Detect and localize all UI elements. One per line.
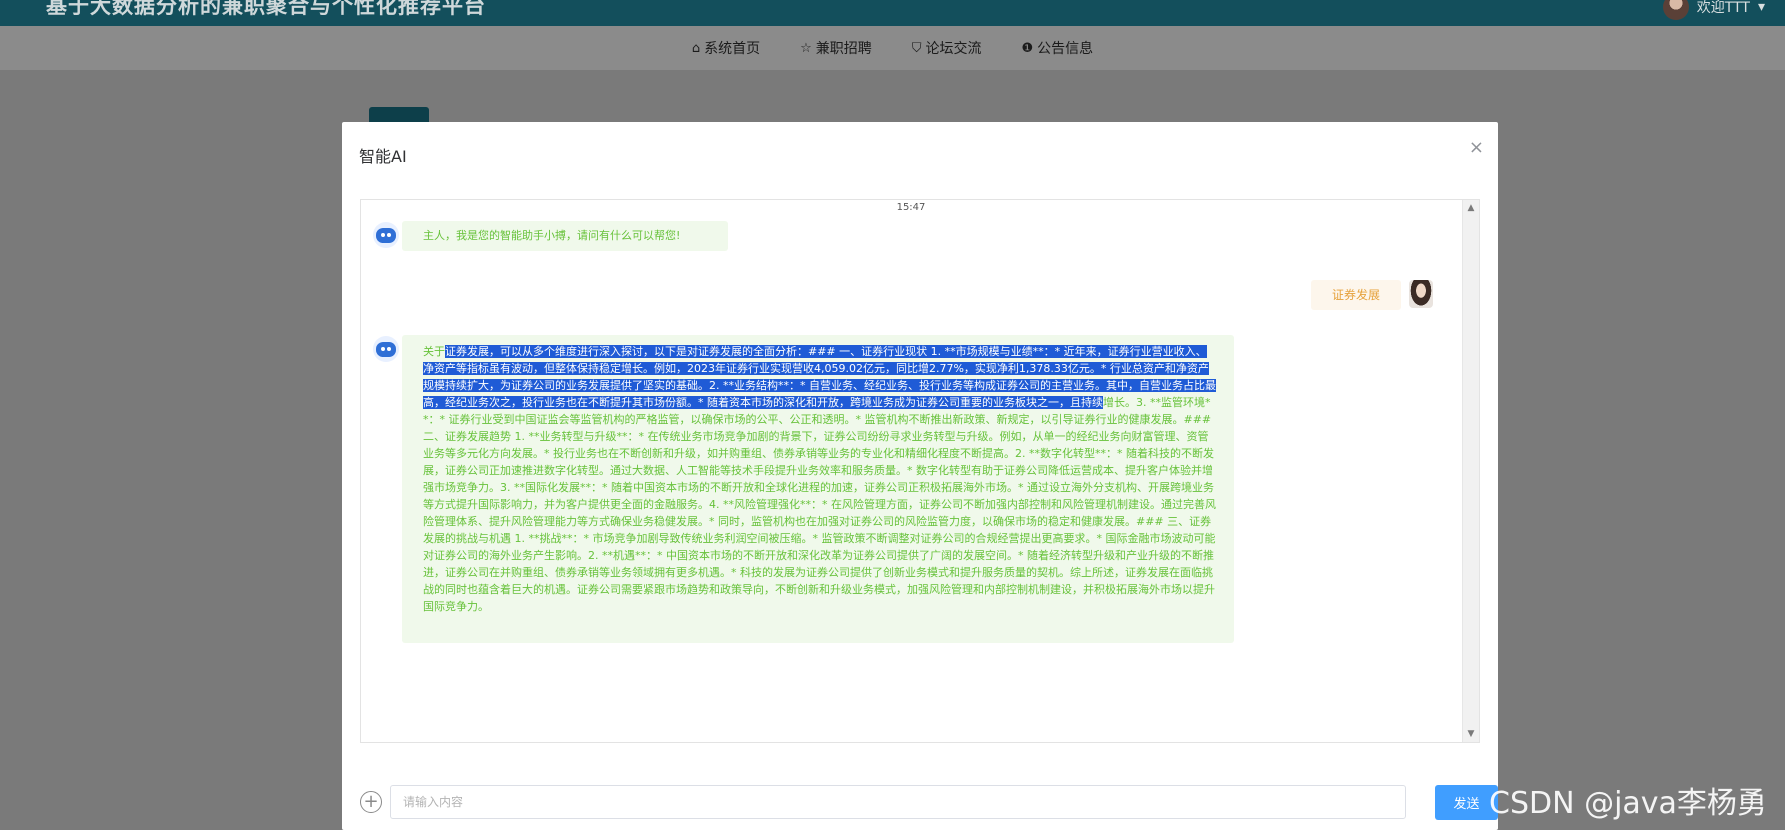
close-icon[interactable]: × bbox=[1469, 137, 1484, 158]
chat-scrollbar[interactable]: ▲ ▼ bbox=[1462, 200, 1479, 742]
answer-rest: 增长。3. **监管环境**：* 证券行业受到中国证监会等监管机构的严格监管，以… bbox=[423, 396, 1216, 613]
robot-icon bbox=[376, 341, 396, 357]
bot-message-answer[interactable]: 关于证券发展，可以从多个维度进行深入探讨，以下是对证券发展的全面分析：### 一… bbox=[402, 335, 1234, 643]
add-attachment-icon[interactable]: + bbox=[360, 791, 382, 813]
user-message-text: 证券发展 bbox=[1331, 288, 1380, 302]
chat-history[interactable]: 15:47 主人，我是您的智能助手小搏，请问有什么可以帮您! 证券发展 关于证券… bbox=[360, 199, 1480, 743]
watermark: CSDN @java李杨勇 bbox=[1489, 786, 1767, 821]
message-input[interactable] bbox=[390, 785, 1406, 819]
message-timestamp: 15:47 bbox=[896, 202, 926, 213]
selected-text[interactable]: 证券发展，可以从多个维度进行深入探讨，以下是对证券发展的全面分析：### 一、证… bbox=[423, 345, 1216, 409]
ai-chat-dialog: 智能AI × 15:47 主人，我是您的智能助手小搏，请问有什么可以帮您! 证券… bbox=[342, 122, 1498, 830]
scroll-down-icon[interactable]: ▼ bbox=[1463, 729, 1479, 739]
bot-avatar bbox=[373, 222, 399, 248]
composer: + 发送 bbox=[360, 785, 1498, 821]
dialog-title: 智能AI bbox=[359, 147, 407, 166]
scroll-up-icon[interactable]: ▲ bbox=[1463, 203, 1479, 213]
bot-answer-text[interactable]: 关于证券发展，可以从多个维度进行深入探讨，以下是对证券发展的全面分析：### 一… bbox=[402, 335, 1234, 615]
user-message: 证券发展 bbox=[1311, 280, 1401, 310]
bot-avatar bbox=[373, 336, 399, 362]
robot-icon bbox=[376, 227, 396, 243]
answer-prefix: 关于 bbox=[423, 345, 445, 358]
bot-message-greeting: 主人，我是您的智能助手小搏，请问有什么可以帮您! bbox=[402, 221, 728, 251]
bot-message-text: 主人，我是您的智能助手小搏，请问有什么可以帮您! bbox=[423, 229, 681, 242]
user-avatar bbox=[1409, 280, 1433, 308]
